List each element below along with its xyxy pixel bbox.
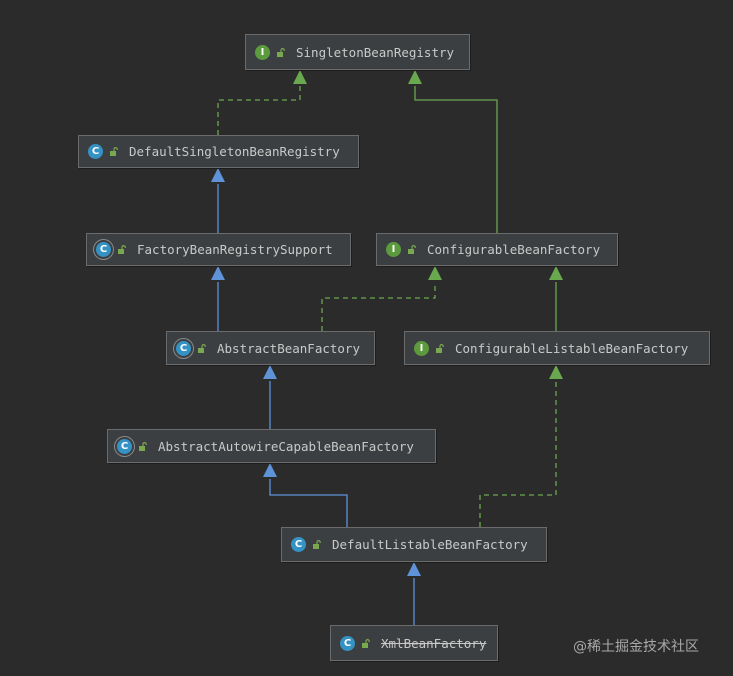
edge-implements [217,86,301,135]
node-configurable-bean-factory[interactable]: I ConfigurableBeanFactory [376,233,618,266]
interface-icon: I [386,242,401,257]
node-xml-bean-factory[interactable]: C XmlBeanFactory [330,625,498,661]
unlock-icon [198,343,206,353]
node-label: AbstractAutowireCapableBeanFactory [158,438,414,454]
edge-interface-extends [414,86,498,233]
node-label: DefaultListableBeanFactory [332,537,528,552]
abstract-class-icon: C [117,438,132,454]
arrowhead [263,365,277,379]
arrowhead [549,266,563,280]
unlock-icon [139,441,147,451]
unlock-icon [110,147,118,156]
edge-implements [321,282,436,331]
unlock-icon [118,245,126,254]
node-factory-bean-registry-support[interactable]: C FactoryBeanRegistrySupport [86,233,351,266]
node-singleton-bean-registry[interactable]: I SingletonBeanRegistry [245,34,470,70]
arrowhead [211,266,225,280]
node-label: ConfigurableBeanFactory [427,242,601,257]
arrowhead [549,365,563,379]
abstract-class-icon: C [176,340,191,356]
unlock-icon [362,638,370,648]
class-icon: C [291,537,306,552]
arrowhead [211,168,225,182]
node-abstract-autowire-capable-bean-factory[interactable]: C AbstractAutowireCapableBeanFactory [107,429,436,463]
node-default-listable-bean-factory[interactable]: C DefaultListableBeanFactory [281,527,547,562]
class-icon: C [88,144,103,159]
arrowhead [408,70,422,84]
node-label: SingletonBeanRegistry [296,44,455,60]
unlock-icon [436,343,444,353]
node-label: FactoryBeanRegistrySupport [137,242,333,257]
interface-icon: I [255,44,270,60]
arrowhead [428,266,442,280]
node-label: DefaultSingletonBeanRegistry [129,144,340,159]
interface-icon: I [414,340,429,356]
unlock-icon [313,540,321,549]
node-default-singleton-bean-registry[interactable]: C DefaultSingletonBeanRegistry [78,135,359,168]
edge-extends [269,479,348,527]
arrowhead [263,463,277,477]
class-icon: C [340,635,355,651]
node-configurable-listable-bean-factory[interactable]: I ConfigurableListableBeanFactory [404,331,710,365]
node-label: XmlBeanFactory [381,635,487,651]
unlock-icon [408,245,416,254]
unlock-icon [277,47,285,57]
node-abstract-bean-factory[interactable]: C AbstractBeanFactory [166,331,375,365]
edge-implements [479,381,557,527]
abstract-class-icon: C [96,242,111,257]
node-label: AbstractBeanFactory [217,340,360,356]
arrowhead [407,562,421,576]
arrowhead [293,70,307,84]
watermark: @稀土掘金技术社区 [573,639,699,655]
node-label: ConfigurableListableBeanFactory [455,340,689,356]
